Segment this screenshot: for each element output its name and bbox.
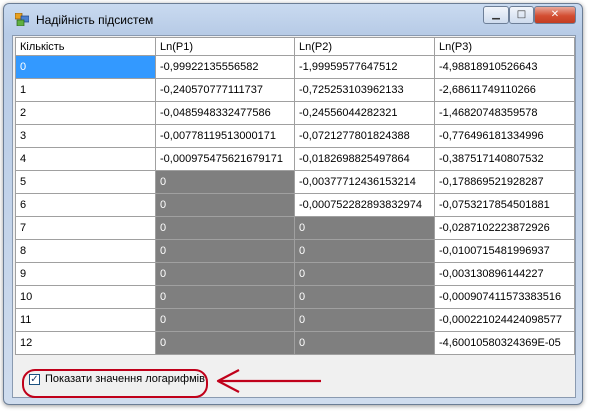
cell-count[interactable]: 9	[15, 262, 156, 286]
cell-ln-p1[interactable]: -0,00778119513000171	[155, 124, 295, 148]
cell-ln-p1[interactable]: 0	[155, 262, 295, 286]
cell-ln-p3[interactable]: -0,0287102223872926	[434, 216, 575, 240]
cell-ln-p3[interactable]: -0,000907411573383516	[434, 285, 575, 309]
cell-count[interactable]: 10	[15, 285, 156, 309]
cell-ln-p2[interactable]: 0	[294, 308, 435, 332]
cell-count[interactable]: 11	[15, 308, 156, 332]
cell-ln-p1[interactable]: -0,99922135556582	[155, 55, 295, 79]
window-title: Надійність підсистем	[36, 13, 154, 27]
table-row[interactable]: 4 -0,000975475621679171 -0,018269882549786…	[15, 147, 575, 171]
table-row[interactable]: 9 0 0 -0,00313089614422​7	[15, 262, 575, 286]
cell-count[interactable]: 3	[15, 124, 156, 148]
cell-ln-p2[interactable]: -0,24556044282321	[294, 101, 435, 125]
cell-ln-p2[interactable]: 0	[294, 239, 435, 263]
cell-ln-p1[interactable]: -0,240570777111737	[155, 78, 295, 102]
cell-ln-p3[interactable]: -2,68611749110266	[434, 78, 575, 102]
table-row[interactable]: 10 0 0 -0,000907411573383516	[15, 285, 575, 309]
close-button[interactable]: ✕	[534, 6, 576, 24]
cell-ln-p1[interactable]: 0	[155, 285, 295, 309]
cell-ln-p3[interactable]: -0,0753217854501881	[434, 193, 575, 217]
cell-count[interactable]: 5	[15, 170, 156, 194]
cell-count[interactable]: 1	[15, 78, 156, 102]
app-window: Надійність підсистем ▁ □ ✕ Кількість Ln(…	[3, 3, 583, 405]
cell-ln-p2[interactable]: -0,0721277801824388	[294, 124, 435, 148]
cell-ln-p2[interactable]: -1,99959577647512	[294, 55, 435, 79]
maximize-icon: □	[516, 9, 527, 20]
cell-ln-p1[interactable]: -0,0485948332477586	[155, 101, 295, 125]
cell-ln-p3[interactable]: -0,000221024424098577	[434, 308, 575, 332]
cell-ln-p2[interactable]: 0	[294, 216, 435, 240]
table-row[interactable]: 11 0 0 -0,000221024424098577	[15, 308, 575, 332]
client-area: Кількість Ln(P1) Ln(P2) Ln(P3) 0 -0,99922…	[12, 35, 576, 398]
cell-ln-p2[interactable]: 0	[294, 331, 435, 355]
header-row: Кількість Ln(P1) Ln(P2) Ln(P3)	[15, 37, 575, 56]
minimize-icon: ▁	[492, 9, 500, 20]
cell-ln-p3[interactable]: -4,98818910526643	[434, 55, 575, 79]
table-row[interactable]: 8 0 0 -0,0100715481996937	[15, 239, 575, 263]
app-icon	[15, 13, 29, 26]
column-header-ln-p3[interactable]: Ln(P3)	[434, 37, 575, 56]
close-icon: ✕	[550, 9, 560, 20]
table-row[interactable]: 6 0 -0,000752282893832974 -0,07532178545018…	[15, 193, 575, 217]
cell-ln-p1[interactable]: 0	[155, 239, 295, 263]
cell-ln-p3[interactable]: -1,46820748359578	[434, 101, 575, 125]
cell-ln-p1[interactable]: 0	[155, 216, 295, 240]
title-bar[interactable]: Надійність підсистем ▁ □ ✕	[4, 4, 582, 34]
cell-count[interactable]: 12	[15, 331, 156, 355]
annotation-arrow-icon	[216, 369, 321, 393]
table-row[interactable]: 7 0 0 -0,0287102223872926	[15, 216, 575, 240]
cell-count[interactable]: 7	[15, 216, 156, 240]
cell-ln-p3[interactable]: -0,00313089614422​7	[434, 262, 575, 286]
cell-count[interactable]: 4	[15, 147, 156, 171]
cell-ln-p3[interactable]: -0,178869521928287	[434, 170, 575, 194]
cell-ln-p3[interactable]: -0,387517140807532	[434, 147, 575, 171]
table-row[interactable]: 1 -0,240570777111737 -0,725253103962133 -2,…	[15, 78, 575, 102]
cell-count[interactable]: 6	[15, 193, 156, 217]
cell-ln-p2[interactable]: -0,0182698825497864	[294, 147, 435, 171]
column-header-ln-p1[interactable]: Ln(P1)	[155, 37, 295, 56]
cell-ln-p1[interactable]: -0,000975475621679171	[155, 147, 295, 171]
maximize-button[interactable]: □	[509, 6, 534, 24]
cell-ln-p2[interactable]: 0	[294, 262, 435, 286]
cell-ln-p2[interactable]: -0,00377712436153214	[294, 170, 435, 194]
cell-ln-p2[interactable]: -0,725253103962133	[294, 78, 435, 102]
cell-ln-p2[interactable]: -0,000752282893832974	[294, 193, 435, 217]
minimize-button[interactable]: ▁	[483, 6, 509, 24]
data-grid[interactable]: Кількість Ln(P1) Ln(P2) Ln(P3) 0 -0,99922…	[15, 37, 575, 355]
table-row[interactable]: 12 0 0 -4,60010580324369E-05	[15, 331, 575, 355]
cell-ln-p2[interactable]: 0	[294, 285, 435, 309]
table-row[interactable]: 5 0 -0,00377712436153214 -0,178869521928287	[15, 170, 575, 194]
cell-count[interactable]: 2	[15, 101, 156, 125]
table-row[interactable]: 0 -0,99922135556582 -1,99959577647512 -4,98…	[15, 55, 575, 79]
column-header-ln-p2[interactable]: Ln(P2)	[294, 37, 435, 56]
annotation-highlight-oval	[22, 369, 208, 398]
cell-ln-p3[interactable]: -0,776496181334996	[434, 124, 575, 148]
cell-ln-p1[interactable]: 0	[155, 308, 295, 332]
cell-count[interactable]: 0	[15, 55, 156, 79]
cell-count[interactable]: 8	[15, 239, 156, 263]
column-header-count[interactable]: Кількість	[15, 37, 156, 56]
cell-ln-p3[interactable]: -0,0100715481996937	[434, 239, 575, 263]
cell-ln-p1[interactable]: 0	[155, 170, 295, 194]
cell-ln-p3[interactable]: -4,60010580324369E-05	[434, 331, 575, 355]
table-row[interactable]: 3 -0,00778119513000171 -0,0721277801824388…	[15, 124, 575, 148]
cell-ln-p1[interactable]: 0	[155, 193, 295, 217]
cell-ln-p1[interactable]: 0	[155, 331, 295, 355]
table-row[interactable]: 2 -0,0485948332477586 -0,24556044282321 -1,…	[15, 101, 575, 125]
